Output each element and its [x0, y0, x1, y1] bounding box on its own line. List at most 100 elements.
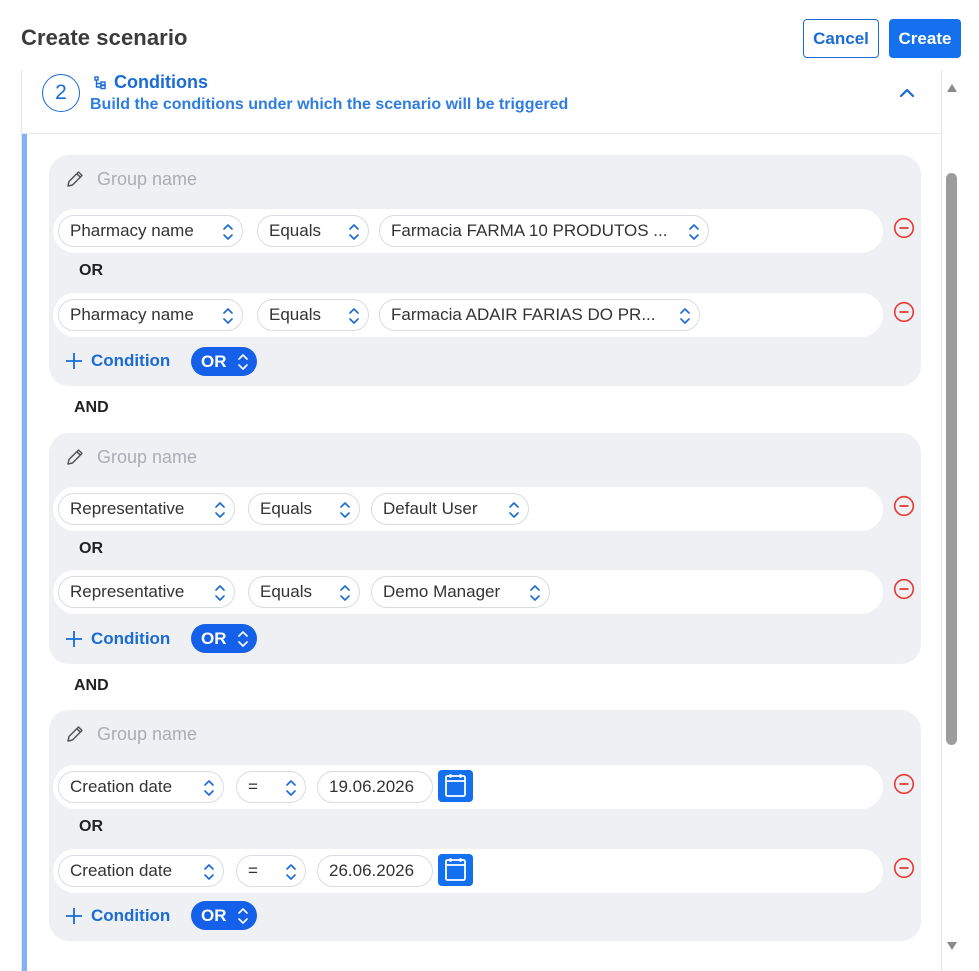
group-name-field[interactable]: Group name [65, 167, 197, 191]
value-select-value: Default User [383, 499, 478, 518]
sort-chevrons-icon [340, 502, 350, 518]
minus-circle-icon[interactable] [893, 301, 915, 323]
sort-chevrons-icon [340, 585, 350, 601]
sort-chevrons-icon [223, 224, 233, 240]
group-name-field[interactable]: Group name [65, 722, 197, 746]
sort-chevrons-icon [223, 308, 233, 324]
group-name-field[interactable]: Group name [65, 445, 197, 469]
pencil-icon [67, 171, 83, 187]
field-select[interactable]: Creation date [58, 771, 224, 803]
operator-select[interactable]: Equals [248, 576, 360, 608]
value-select[interactable]: Farmacia FARMA 10 PRODUTOS ... [379, 215, 709, 247]
operator-select-value: = [248, 777, 258, 796]
or-joiner: OR [79, 818, 103, 835]
field-select[interactable]: Pharmacy name [58, 299, 243, 331]
scrollbar-thumb[interactable] [946, 173, 957, 745]
add-condition-label: Condition [91, 351, 171, 370]
sort-chevrons-icon [286, 864, 296, 880]
field-select-value: Representative [70, 499, 185, 518]
value-select-value: Demo Manager [383, 582, 501, 601]
sort-chevrons-icon [238, 631, 248, 647]
create-button[interactable]: Create [889, 19, 961, 58]
add-condition-label: Condition [91, 906, 171, 925]
field-select[interactable]: Creation date [58, 855, 224, 887]
sort-chevrons-icon [204, 780, 214, 796]
sort-chevrons-icon [509, 502, 519, 518]
group-logic-value: OR [201, 351, 227, 371]
date-input-value: 26.06.2026 [329, 861, 415, 880]
cancel-button[interactable]: Cancel [803, 19, 879, 58]
add-condition-button[interactable]: Condition [65, 626, 170, 652]
sort-chevrons-icon [689, 224, 699, 240]
dialog-header: Create scenario Cancel Create [0, 0, 979, 76]
date-input[interactable]: 26.06.2026 [317, 855, 433, 887]
group-logic-toggle[interactable]: OR [191, 624, 257, 653]
field-select[interactable]: Pharmacy name [58, 215, 243, 247]
sort-chevrons-icon [238, 908, 248, 924]
and-joiner: AND [74, 677, 109, 694]
group-name-placeholder: Group name [97, 446, 198, 467]
group-name-placeholder: Group name [97, 723, 198, 744]
vertical-scrollbar[interactable] [943, 76, 959, 954]
group-logic-toggle[interactable]: OR [191, 901, 257, 930]
field-select[interactable]: Representative [58, 493, 235, 525]
add-condition-button[interactable]: Condition [65, 903, 170, 929]
conditions-tree-icon [94, 75, 106, 89]
value-select[interactable]: Default User [371, 493, 529, 525]
scroll-up-arrow-icon[interactable] [947, 84, 957, 92]
minus-circle-icon[interactable] [893, 773, 915, 795]
plus-icon [66, 353, 82, 369]
conditions-content: Group name Pharmacy name Equals Farmacia… [22, 134, 941, 971]
step-title-text: Conditions [114, 72, 208, 92]
value-select[interactable]: Demo Manager [371, 576, 550, 608]
and-joiner: AND [74, 399, 109, 416]
operator-select-value: Equals [269, 305, 321, 324]
operator-select[interactable]: Equals [257, 299, 369, 331]
scroll-down-arrow-icon[interactable] [947, 942, 957, 950]
minus-circle-icon[interactable] [893, 857, 915, 879]
condition-row: Representative Equals Demo Manager [53, 570, 883, 614]
condition-group-2: Group name Representative Equals Default… [49, 433, 921, 664]
date-input[interactable]: 19.06.2026 [317, 771, 433, 803]
operator-select-value: = [248, 861, 258, 880]
sort-chevrons-icon [286, 780, 296, 796]
pencil-icon [67, 726, 83, 742]
calendar-icon[interactable] [438, 854, 473, 886]
calendar-icon[interactable] [438, 770, 473, 802]
page-title: Create scenario [21, 25, 188, 50]
minus-circle-icon[interactable] [893, 217, 915, 239]
field-select[interactable]: Representative [58, 576, 235, 608]
field-select-value: Creation date [70, 861, 173, 880]
operator-select[interactable]: Equals [257, 215, 369, 247]
field-select-value: Representative [70, 582, 185, 601]
step-header[interactable]: 2 Conditions Build the conditions under … [22, 70, 941, 134]
field-select-value: Creation date [70, 777, 173, 796]
sort-chevrons-icon [215, 585, 225, 601]
step-title: Conditions [94, 72, 208, 93]
condition-row: Creation date = 19.06.2026 [53, 765, 883, 809]
or-joiner: OR [79, 540, 103, 557]
operator-select[interactable]: Equals [248, 493, 360, 525]
operator-select[interactable]: = [236, 771, 306, 803]
step-subtitle: Build the conditions under which the sce… [90, 96, 569, 113]
sort-chevrons-icon [204, 864, 214, 880]
group-logic-toggle[interactable]: OR [191, 347, 257, 376]
condition-row: Representative Equals Default User [53, 487, 883, 531]
conditions-panel: 2 Conditions Build the conditions under … [21, 70, 942, 971]
date-input-value: 19.06.2026 [329, 777, 415, 796]
minus-circle-icon[interactable] [893, 495, 915, 517]
add-condition-button[interactable]: Condition [65, 348, 170, 374]
group-name-placeholder: Group name [97, 168, 198, 189]
sort-chevrons-icon [238, 354, 248, 370]
value-select[interactable]: Farmacia ADAIR FARIAS DO PR... [379, 299, 700, 331]
operator-select-value: Equals [260, 582, 312, 601]
value-select-value: Farmacia FARMA 10 PRODUTOS ... [391, 221, 668, 240]
operator-select[interactable]: = [236, 855, 306, 887]
plus-icon [66, 908, 82, 924]
pencil-icon [67, 449, 83, 465]
minus-circle-icon[interactable] [893, 578, 915, 600]
chevron-up-icon[interactable] [896, 82, 918, 104]
plus-icon [66, 631, 82, 647]
condition-row: Pharmacy name Equals Farmacia ADAIR FARI… [53, 293, 883, 337]
group-logic-value: OR [201, 905, 227, 925]
